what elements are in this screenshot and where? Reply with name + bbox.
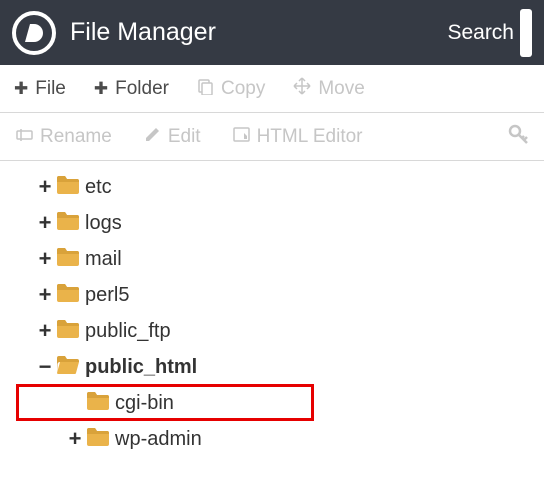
- folder-icon: [56, 247, 80, 271]
- search-label: Search: [447, 21, 514, 45]
- folder-icon: [86, 427, 110, 451]
- copy-button[interactable]: Copy: [183, 65, 279, 112]
- toolbar-primary: ✚ File ✚ Folder Copy Move: [0, 65, 544, 113]
- new-folder-label: Folder: [115, 78, 169, 100]
- html-editor-icon: [233, 126, 250, 148]
- tree-item-wp-admin[interactable]: + wp-admin: [66, 421, 544, 457]
- expand-icon[interactable]: +: [36, 176, 54, 198]
- tree-item-label: perl5: [85, 277, 129, 313]
- app-header: File Manager Search: [0, 0, 544, 65]
- expand-icon[interactable]: +: [36, 320, 54, 342]
- new-file-button[interactable]: ✚ File: [0, 65, 80, 112]
- copy-label: Copy: [221, 78, 265, 100]
- tree-item-public-html[interactable]: − public_html: [36, 349, 544, 385]
- tree-item-label: etc: [85, 169, 112, 205]
- expand-icon[interactable]: +: [36, 212, 54, 234]
- tree-item-etc[interactable]: + etc: [36, 169, 544, 205]
- toolbar-secondary: Rename Edit HTML Editor: [0, 113, 544, 161]
- tree-item-label: wp-admin: [115, 421, 202, 457]
- tree-item-mail[interactable]: + mail: [36, 241, 544, 277]
- tree-item-logs[interactable]: + logs: [36, 205, 544, 241]
- permissions-button[interactable]: [494, 123, 544, 150]
- folder-icon: [86, 391, 110, 415]
- rename-icon: [16, 126, 33, 148]
- html-editor-button[interactable]: HTML Editor: [217, 113, 379, 160]
- rename-label: Rename: [40, 126, 112, 148]
- tree-item-cgi-bin[interactable]: cgi-bin: [66, 385, 544, 421]
- pencil-icon: [144, 126, 161, 148]
- folder-icon: [56, 211, 80, 235]
- move-icon: [293, 77, 311, 100]
- expand-icon[interactable]: +: [36, 284, 54, 306]
- tree-item-label: public_ftp: [85, 313, 171, 349]
- cpanel-logo: [12, 11, 56, 55]
- search-input[interactable]: [520, 9, 532, 57]
- tree-item-perl5[interactable]: + perl5: [36, 277, 544, 313]
- move-label: Move: [318, 78, 364, 100]
- expand-icon[interactable]: +: [36, 248, 54, 270]
- plus-icon: ✚: [14, 79, 28, 99]
- folder-icon: [56, 283, 80, 307]
- new-folder-button[interactable]: ✚ Folder: [80, 65, 183, 112]
- folder-icon: [56, 319, 80, 343]
- tree-item-label: cgi-bin: [115, 385, 174, 421]
- edit-label: Edit: [168, 126, 201, 148]
- tree-item-label: logs: [85, 205, 122, 241]
- folder-icon: [56, 175, 80, 199]
- tree-item-public-ftp[interactable]: + public_ftp: [36, 313, 544, 349]
- new-file-label: File: [35, 78, 66, 100]
- folder-tree: + etc + logs + mail + perl5 + public_ftp − public_h…: [0, 161, 544, 457]
- key-icon: [508, 132, 530, 149]
- expand-icon[interactable]: +: [66, 428, 84, 450]
- rename-button[interactable]: Rename: [0, 113, 128, 160]
- tree-item-label: mail: [85, 241, 122, 277]
- folder-icon: [56, 355, 80, 379]
- html-editor-label: HTML Editor: [257, 126, 363, 148]
- expand-icon[interactable]: −: [36, 356, 54, 378]
- app-title: File Manager: [70, 18, 447, 47]
- tree-item-label: public_html: [85, 349, 197, 385]
- edit-button[interactable]: Edit: [128, 113, 217, 160]
- move-button[interactable]: Move: [279, 65, 378, 112]
- copy-icon: [197, 78, 214, 100]
- plus-icon: ✚: [94, 79, 108, 99]
